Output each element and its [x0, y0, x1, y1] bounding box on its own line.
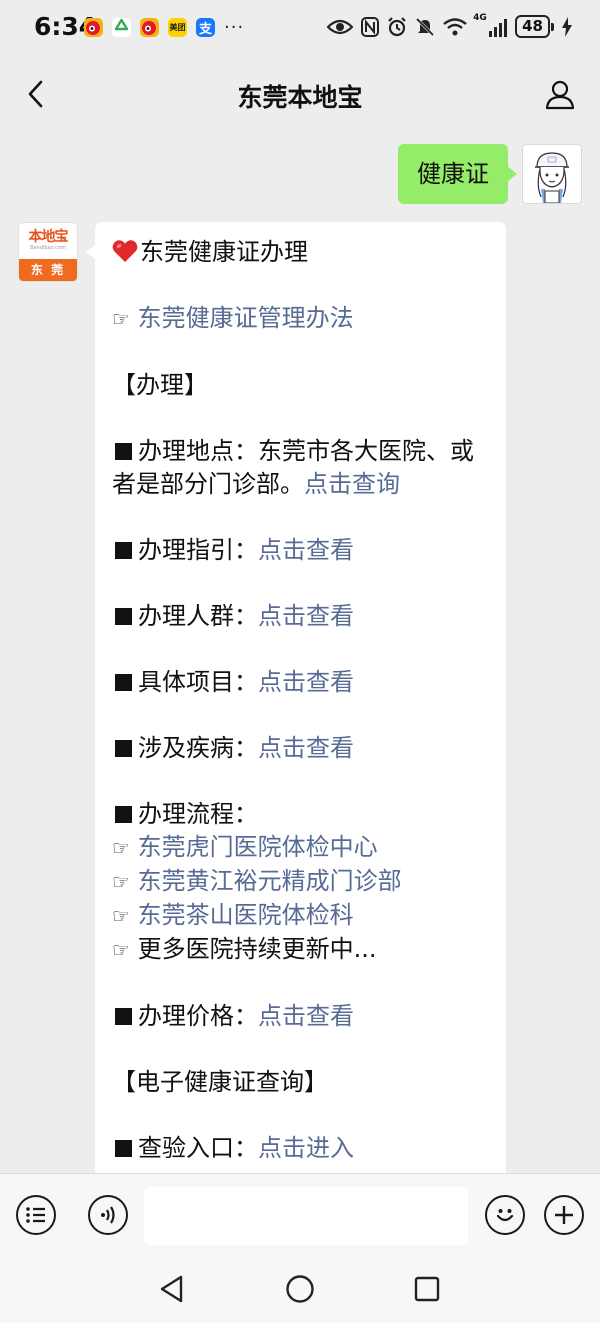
chat-header: 东莞本地宝: [0, 58, 600, 130]
system-navigation-bar: [0, 1257, 600, 1323]
eye-icon: [327, 19, 354, 34]
message-input[interactable]: [144, 1187, 468, 1245]
price-label: 办理价格：: [138, 1002, 258, 1030]
guide-line: 办理指引：点击查看: [112, 534, 490, 567]
outgoing-message: 健康证: [398, 144, 582, 204]
pointing-hand-icon: ☞: [112, 307, 130, 331]
square-bullet-icon: [115, 1140, 132, 1157]
alarm-icon: [388, 16, 406, 36]
square-bullet-icon: [115, 806, 132, 823]
heart-icon: [112, 240, 138, 262]
notification-icons: 美团 支 ···: [84, 18, 244, 37]
process-line: 办理流程：: [112, 798, 490, 831]
square-bullet-icon: [115, 740, 132, 757]
crowd-line: 办理人群：点击查看: [112, 600, 490, 633]
user-avatar[interactable]: [522, 144, 582, 204]
plus-icon[interactable]: [544, 1195, 584, 1235]
hospital-link-huangjiang[interactable]: 东莞黄江裕元精成门诊部: [138, 867, 402, 895]
nfc-icon: [361, 16, 380, 37]
price-link[interactable]: 点击查看: [258, 1002, 354, 1030]
bendibao-logo: 本地宝 Bendibao.com: [19, 223, 77, 259]
wifi-icon: [443, 17, 467, 35]
items-label: 具体项目：: [138, 668, 258, 696]
guide-label: 办理指引：: [138, 536, 258, 564]
profile-icon[interactable]: [540, 74, 580, 114]
voice-icon[interactable]: [88, 1195, 128, 1235]
recycle-icon: [112, 18, 131, 37]
hospital-link-chashan[interactable]: 东莞茶山医院体检科: [138, 901, 354, 929]
back-triangle-icon[interactable]: [154, 1271, 190, 1307]
chat-title: 东莞本地宝: [237, 83, 363, 112]
weibo-icon: [84, 18, 103, 37]
hospital-item: ☞ 更多医院持续更新中...: [112, 933, 490, 967]
guide-link[interactable]: 点击查看: [258, 536, 354, 564]
square-bullet-icon: [115, 1008, 132, 1025]
square-bullet-icon: [115, 542, 132, 559]
hospital-item: ☞ 东莞虎门医院体检中心: [112, 831, 490, 865]
disease-link[interactable]: 点击查看: [258, 734, 354, 762]
disease-line: 涉及疾病：点击查看: [112, 732, 490, 765]
policy-line: ☞ 东莞健康证管理办法: [112, 302, 490, 336]
hospital-more-text: 更多医院持续更新中...: [137, 935, 377, 963]
items-line: 具体项目：点击查看: [112, 666, 490, 699]
alipay-icon: 支: [196, 18, 215, 37]
status-bar: 6:34 美团 支 ··· 4G 48: [0, 0, 600, 58]
signal-4g-icon: 4G: [473, 13, 508, 37]
crowd-link[interactable]: 点击查看: [258, 602, 354, 630]
square-bullet-icon: [115, 443, 132, 460]
message-title-line: 东莞健康证办理: [112, 236, 490, 269]
price-line: 办理价格：点击查看: [112, 1000, 490, 1033]
recents-square-icon[interactable]: [409, 1271, 445, 1307]
square-bullet-icon: [115, 674, 132, 691]
weibo-icon: [140, 18, 159, 37]
logo-url: Bendibao.com: [30, 245, 66, 251]
entry-link[interactable]: 点击进入: [258, 1134, 354, 1162]
battery-icon: 48: [515, 15, 554, 38]
entry-label: 查验入口：: [138, 1134, 258, 1162]
pointing-hand-icon: ☞: [112, 836, 130, 860]
outgoing-bubble[interactable]: 健康证: [398, 144, 517, 204]
location-line: 办理地点：东莞市各大医院、或者是部分门诊部。点击查询: [112, 435, 490, 501]
items-link[interactable]: 点击查看: [258, 668, 354, 696]
incoming-bubble: 东莞健康证办理 ☞ 东莞健康证管理办法 【办理】 办理地点：东莞市各大医院、或者…: [86, 222, 506, 1222]
location-label: 办理地点：东莞市各大医院、或者是部分门诊部。: [112, 437, 474, 498]
message-title: 东莞健康证办理: [140, 238, 308, 266]
entry-line: 查验入口：点击进入: [112, 1132, 490, 1165]
bendibao-avatar[interactable]: 本地宝 Bendibao.com 东 莞: [18, 222, 78, 282]
logo-name: 本地宝: [28, 229, 69, 245]
logo-city: 东 莞: [19, 259, 77, 281]
pointing-hand-icon: ☞: [112, 938, 130, 962]
hospital-item: ☞ 东莞黄江裕元精成门诊部: [112, 865, 490, 899]
square-bullet-icon: [115, 608, 132, 625]
disease-label: 涉及疾病：: [138, 734, 258, 762]
mute-icon: [416, 17, 435, 36]
section-heading-handle: 【办理】: [112, 371, 208, 399]
section-heading-query: 【电子健康证查询】: [112, 1068, 328, 1096]
hospital-link-humen[interactable]: 东莞虎门医院体检中心: [138, 833, 378, 861]
network-type: 4G: [473, 12, 487, 23]
more-notifications-icon: ···: [224, 17, 245, 38]
pointing-hand-icon: ☞: [112, 870, 130, 894]
home-circle-icon[interactable]: [282, 1271, 318, 1307]
location-link[interactable]: 点击查询: [304, 470, 400, 498]
chat-input-bar: [0, 1173, 600, 1258]
emoji-icon[interactable]: [485, 1195, 525, 1235]
meituan-icon: 美团: [168, 18, 187, 37]
menu-list-icon[interactable]: [16, 1195, 56, 1235]
charging-icon: [562, 16, 572, 37]
policy-link[interactable]: 东莞健康证管理办法: [138, 304, 354, 332]
pointing-hand-icon: ☞: [112, 904, 130, 928]
crowd-label: 办理人群：: [138, 602, 258, 630]
system-status-icons: 4G 48: [327, 13, 572, 38]
process-label: 办理流程：: [138, 800, 258, 828]
hospital-item: ☞ 东莞茶山医院体检科: [112, 899, 490, 933]
